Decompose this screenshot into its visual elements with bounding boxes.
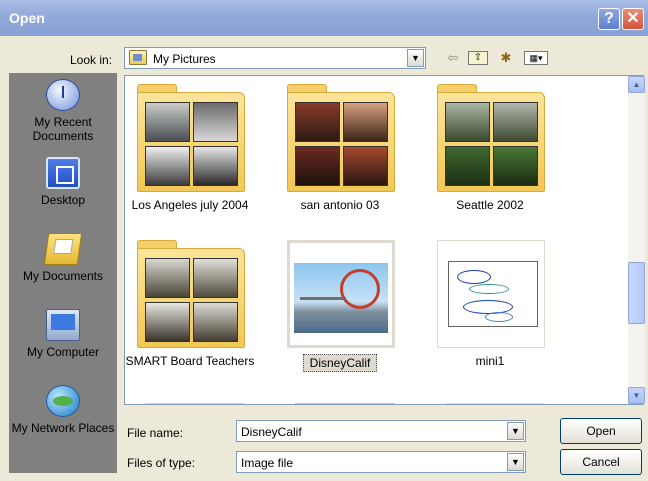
folder-thumbnail <box>137 240 245 348</box>
file-name-dropdown-arrow-icon[interactable]: ▼ <box>507 422 524 440</box>
network-places-icon <box>46 385 80 417</box>
file-name-combo[interactable]: DisneyCalif ▼ <box>236 420 526 442</box>
place-label: My Documents <box>22 269 104 283</box>
new-folder-icon[interactable]: ✱ <box>496 49 516 67</box>
title-bar: Open ? ✕ <box>0 0 648 36</box>
scroll-down-icon[interactable]: ▼ <box>628 387 645 404</box>
file-list-view[interactable]: Los Angeles july 2004 san antonio 03 Sea… <box>124 75 644 405</box>
file-name-label: SMART Board Teachers <box>125 354 255 368</box>
view-menu-icon[interactable]: ▦▾ <box>524 51 548 65</box>
file-item-smart-board-teachers[interactable]: SMART Board Teachers <box>125 236 255 376</box>
place-label: My Computer <box>26 345 100 359</box>
file-name-label-selected: DisneyCalif <box>303 354 377 372</box>
sketch-thumbnail <box>448 261 538 327</box>
place-my-network-places[interactable]: My Network Places <box>9 385 117 435</box>
back-arrow-icon[interactable]: ⇦ <box>444 49 462 67</box>
up-one-level-icon[interactable]: ⇧ <box>468 51 488 65</box>
recent-documents-icon <box>46 79 80 111</box>
file-type-label: Files of type: <box>127 456 196 470</box>
help-button[interactable]: ? <box>598 8 620 30</box>
desktop-icon <box>46 157 80 189</box>
file-item-mini1[interactable]: mini1 <box>425 236 555 376</box>
folder-thumbnail <box>287 84 395 192</box>
file-name-label: Los Angeles july 2004 <box>131 198 249 212</box>
file-name-label: File name: <box>127 426 184 440</box>
look-in-dropdown-arrow-icon[interactable]: ▼ <box>407 49 424 67</box>
close-button[interactable]: ✕ <box>622 8 644 30</box>
look-in-label: Look in: <box>70 53 113 67</box>
file-item-san-antonio-03[interactable]: san antonio 03 <box>275 80 405 220</box>
my-computer-icon <box>46 309 80 341</box>
scroll-up-icon[interactable]: ▲ <box>628 76 645 93</box>
place-my-recent-documents[interactable]: My Recent Documents <box>9 79 117 143</box>
place-desktop[interactable]: Desktop <box>9 157 117 207</box>
place-label: My Network Places <box>11 421 115 435</box>
places-bar: My Recent Documents Desktop My Documents… <box>9 73 117 473</box>
place-my-documents[interactable]: My Documents <box>9 233 117 283</box>
partial-next-row <box>445 403 545 404</box>
open-button[interactable]: Open <box>560 418 642 444</box>
file-type-select[interactable]: Image file ▼ <box>236 451 526 473</box>
cancel-button[interactable]: Cancel <box>560 449 642 475</box>
window-title: Open <box>9 10 45 26</box>
place-label: Desktop <box>40 193 86 207</box>
look-in-value: My Pictures <box>153 52 216 66</box>
file-item-los-angeles-july-2004[interactable]: Los Angeles july 2004 <box>125 80 255 220</box>
partial-next-row <box>145 403 245 404</box>
file-name-label: Seattle 2002 <box>456 198 524 212</box>
look-in-dropdown[interactable]: My Pictures ▼ <box>124 47 426 69</box>
scroll-thumb[interactable] <box>628 262 645 324</box>
file-item-disneycalif[interactable]: DisneyCalif <box>275 236 405 376</box>
file-name-label: san antonio 03 <box>300 198 380 212</box>
partial-next-row <box>295 403 395 404</box>
disney-photo-thumbnail <box>294 263 388 333</box>
folder-thumbnail <box>437 84 545 192</box>
my-documents-icon <box>43 233 83 265</box>
file-type-dropdown-arrow-icon[interactable]: ▼ <box>507 453 524 471</box>
image-thumbnail <box>437 240 545 348</box>
image-thumbnail-selected <box>287 240 395 348</box>
place-label: My Recent Documents <box>32 115 94 143</box>
file-name-value: DisneyCalif <box>241 425 302 439</box>
place-my-computer[interactable]: My Computer <box>9 309 117 359</box>
my-pictures-icon <box>129 50 147 65</box>
file-name-label: mini1 <box>475 354 505 368</box>
file-item-seattle-2002[interactable]: Seattle 2002 <box>425 80 555 220</box>
file-type-value: Image file <box>241 456 294 470</box>
folder-thumbnail <box>137 84 245 192</box>
vertical-scrollbar[interactable]: ▲ ▼ <box>628 76 645 404</box>
